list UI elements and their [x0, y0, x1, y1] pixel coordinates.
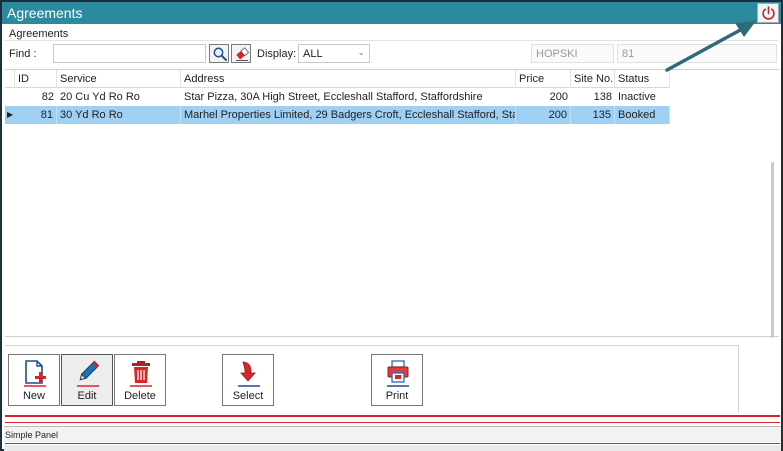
printer-icon [387, 360, 409, 387]
table-header: ID Service Address Price Site No. Status [5, 70, 670, 88]
cell-service: 20 Cu Yd Ro Ro [60, 91, 140, 103]
clear-button[interactable] [231, 44, 251, 63]
title-bar: Agreements [2, 2, 781, 24]
table-row-selected[interactable]: ▶ 81 30 Yd Ro Ro Marhel Properties Limit… [5, 106, 670, 124]
display-value: ALL [303, 48, 323, 60]
column-header-id[interactable]: ID [15, 70, 57, 88]
power-icon [762, 6, 775, 20]
group-divider [5, 40, 778, 41]
accent-divider-top [5, 415, 780, 417]
cell-address: Star Pizza, 30A High Street, Eccleshall … [184, 91, 483, 103]
print-button[interactable]: Print [371, 354, 423, 406]
trash-icon [130, 361, 152, 387]
user-code-field: HOPSKI [531, 44, 614, 63]
action-toolbar: New Edit Delete Select Print [5, 345, 739, 413]
agreements-window: Agreements Agreements Find : Display: AL… [0, 0, 783, 451]
column-header-site-no[interactable]: Site No. [571, 70, 615, 88]
cell-price: 200 [516, 106, 571, 124]
cell-status: Booked [615, 106, 670, 124]
new-document-icon [24, 360, 46, 387]
pencil-icon [77, 360, 100, 387]
cell-id: 82 [41, 91, 54, 103]
status-panel: Simple Panel [4, 426, 781, 442]
column-header-status[interactable]: Status [615, 70, 670, 88]
power-button[interactable] [757, 3, 779, 23]
select-button[interactable]: Select [222, 354, 274, 406]
delete-button[interactable]: Delete [114, 354, 166, 406]
chevron-down-icon: ⌄ [357, 47, 365, 57]
vertical-scrollbar[interactable] [771, 162, 774, 338]
down-arrow-icon [238, 361, 260, 387]
print-button-label: Print [385, 390, 409, 402]
eraser-icon [236, 47, 250, 61]
display-label: Display: [257, 48, 297, 60]
bottom-strip [4, 445, 781, 451]
search-button[interactable] [209, 44, 229, 63]
agreements-table: ID Service Address Price Site No. Status… [5, 69, 779, 338]
cell-site-no: 138 [593, 91, 612, 103]
cell-id: 81 [15, 106, 57, 124]
cell-service: 30 Yd Ro Ro [57, 106, 181, 124]
cell-site-no: 135 [571, 106, 615, 124]
new-button-label: New [22, 390, 45, 402]
new-button[interactable]: New [8, 354, 60, 406]
edit-button[interactable]: Edit [61, 354, 113, 406]
search-icon [213, 47, 227, 61]
column-header-price[interactable]: Price [516, 70, 571, 88]
find-label: Find : [9, 48, 37, 60]
current-row-indicator-icon: ▶ [7, 110, 14, 119]
column-header-address[interactable]: Address [181, 70, 516, 88]
edit-button-label: Edit [77, 390, 97, 402]
cell-price: 200 [549, 91, 568, 103]
select-button-label: Select [232, 390, 264, 402]
group-label: Agreements [9, 28, 69, 40]
header-indicator-cell [5, 70, 15, 88]
status-panel-label: Simple Panel [5, 430, 59, 440]
cell-address: Marhel Properties Limited, 29 Badgers Cr… [181, 106, 516, 124]
find-input[interactable] [53, 44, 206, 63]
cell-status: Inactive [618, 91, 656, 103]
accent-divider-bottom [5, 422, 780, 423]
record-number-field: 81 [617, 44, 777, 63]
table-row[interactable]: 82 20 Cu Yd Ro Ro Star Pizza, 30A High S… [5, 88, 670, 106]
display-select[interactable]: ALL ⌄ [298, 44, 370, 63]
column-header-service[interactable]: Service [57, 70, 181, 88]
window-title: Agreements [7, 5, 83, 21]
delete-button-label: Delete [124, 390, 156, 402]
accent-divider-footer [5, 443, 780, 444]
